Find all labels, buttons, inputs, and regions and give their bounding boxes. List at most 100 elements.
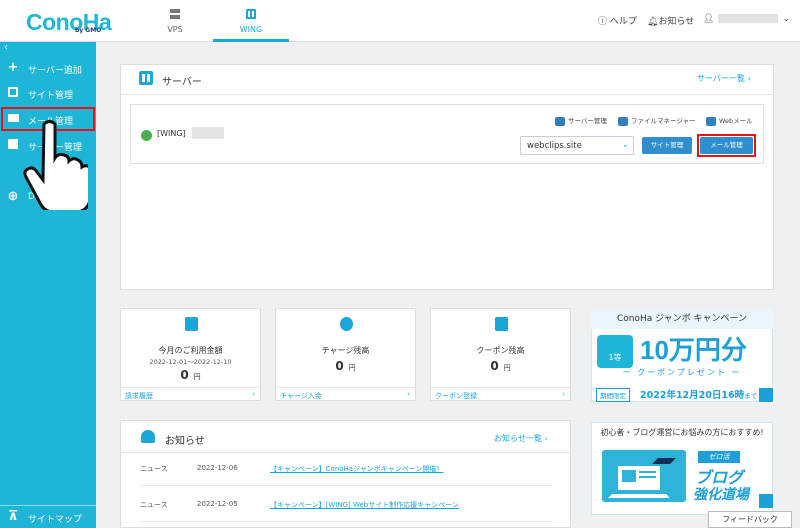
user-menu[interactable]: 👤︎ ⌄ xyxy=(703,14,790,24)
server-panel xyxy=(120,64,774,290)
banner-main-text: 10万円分 xyxy=(640,335,747,365)
server-name-masked xyxy=(192,127,224,139)
value-number: 0 xyxy=(490,359,499,373)
server-manage-tool[interactable]: サーバー管理 xyxy=(555,115,607,126)
tab-vps[interactable]: VPS xyxy=(137,0,213,42)
username-masked xyxy=(718,14,779,23)
charge-card: チャージ残高 0円 チャージ入金 › xyxy=(275,308,416,401)
laptop-illustration-icon xyxy=(602,450,686,502)
help-link[interactable]: ⓘ ヘルプ xyxy=(598,14,637,27)
tool-label: サーバー管理 xyxy=(568,117,607,125)
chevron-down-icon: ⌄ xyxy=(782,14,790,24)
news-list-label: お知らせ一覧 xyxy=(494,434,542,443)
help-label: ヘルプ xyxy=(609,17,637,27)
collapse-sidebar-button[interactable]: ‹ xyxy=(4,42,8,53)
server-row xyxy=(130,104,764,164)
sidebar-item-add-server[interactable]: + サーバー追加 xyxy=(0,57,96,79)
banner-title: ConoHa ジャンボ キャンペーン xyxy=(591,309,773,329)
value-number: 0 xyxy=(180,368,189,382)
date-value: 2022年12月20日16時 xyxy=(640,390,745,401)
window-icon xyxy=(7,87,19,99)
tool-label: ファイルマネージャー xyxy=(631,117,696,125)
card-value: 0円 xyxy=(276,359,415,373)
server-name: [WING] xyxy=(157,129,186,138)
site-manage-button[interactable]: サイト管理 xyxy=(642,137,692,154)
gift-icon xyxy=(495,317,508,331)
card-title: チャージ残高 xyxy=(321,346,370,355)
server-title: サーバー xyxy=(162,77,202,88)
coupon-card: クーポン残高 0円 クーポン登録 › xyxy=(430,308,571,401)
news-list-link[interactable]: お知らせ一覧 › xyxy=(494,433,548,444)
card-value: 0円 xyxy=(121,368,260,382)
server-list-link[interactable]: サーバー一覧 › xyxy=(697,73,751,84)
tab-wing[interactable]: WING xyxy=(213,0,289,42)
folder-icon xyxy=(618,116,628,126)
crown-icon: 1等 xyxy=(597,335,633,368)
date-suffix: まで xyxy=(744,392,758,400)
wing-icon xyxy=(246,9,256,19)
card-footer-label: 請求履歴 xyxy=(125,392,153,400)
card-footer-label: チャージ入金 xyxy=(280,392,322,400)
news-link[interactable]: 【キャンペーン】ConoHaジャンボキャンペーン開催！ xyxy=(270,464,443,474)
banner-corner-arrow xyxy=(759,494,773,508)
tab-vps-label: VPS xyxy=(167,25,183,34)
limited-badge: 期間限定 xyxy=(596,388,630,402)
invoice-icon xyxy=(185,317,198,331)
chevron-right-icon: › xyxy=(544,434,548,443)
sidebar-item-label: サイトマップ xyxy=(28,515,83,525)
webmail-icon xyxy=(706,116,716,126)
tool-label: Webメール xyxy=(719,117,753,125)
banner-line2: 強化道場 xyxy=(693,487,749,503)
value-unit: 円 xyxy=(193,373,201,381)
banner-heading: 初心者・ブログ運営にお悩みの方におすすめ! xyxy=(600,428,764,437)
chevron-down-icon: ⌄ xyxy=(622,140,629,149)
card-title: 今月のご利用金額 xyxy=(158,346,223,355)
server-icon xyxy=(170,9,180,19)
card-value: 0円 xyxy=(431,359,570,373)
domain-select[interactable]: webclips.site xyxy=(520,136,634,155)
feedback-button[interactable]: フィードバック xyxy=(708,511,792,528)
webmail-tool[interactable]: Webメール xyxy=(706,115,753,126)
news-date: 2022-12-05 xyxy=(197,500,238,508)
divider xyxy=(120,94,774,95)
file-manager-tool[interactable]: ファイルマネージャー xyxy=(618,115,696,126)
server-icon xyxy=(139,71,153,85)
sidebar-sitemap[interactable]: ⊼ サイトマップ xyxy=(0,505,96,528)
charge-deposit-link[interactable]: チャージ入金 › xyxy=(276,387,415,402)
logo-sub: by GMO xyxy=(75,27,102,34)
banner-coupon-text: ー クーポンプレゼント ー xyxy=(622,368,742,377)
sidebar-item-label: サイト管理 xyxy=(28,91,74,101)
card-footer-label: クーポン登録 xyxy=(435,392,477,400)
news-category: ニュース xyxy=(140,465,168,473)
server-list-label: サーバー一覧 xyxy=(697,74,745,83)
value-number: 0 xyxy=(335,359,344,373)
gear-icon xyxy=(555,116,565,126)
power-icon xyxy=(141,130,152,141)
chevron-right-icon: › xyxy=(562,390,565,398)
chevron-right-icon: › xyxy=(252,390,255,398)
news-link[interactable]: 【キャンペーン】[WING] Webサイト制作応援キャンペーン xyxy=(270,500,459,510)
banner-corner-arrow xyxy=(759,388,773,402)
help-icon: ⓘ xyxy=(598,17,608,27)
chevron-right-icon: › xyxy=(747,74,751,83)
news-row: ニュース 2022-12-05 【キャンペーン】[WING] Webサイト制作応… xyxy=(140,500,552,522)
sidebar-item-label: サーバー追加 xyxy=(28,66,82,76)
value-unit: 円 xyxy=(503,364,511,372)
divider xyxy=(120,452,571,453)
usage-card: 今月のご利用金額 2022-12-01〜2022-12-10 0円 請求履歴 › xyxy=(120,308,261,401)
chevron-right-icon: › xyxy=(407,390,410,398)
card-subtitle: 2022-12-01〜2022-12-10 xyxy=(149,358,232,366)
sitemap-icon: ⊼ xyxy=(7,509,19,524)
news-title: お知らせ xyxy=(165,436,205,447)
yen-icon xyxy=(340,317,353,331)
news-category: ニュース xyxy=(140,501,168,509)
bell-icon xyxy=(141,430,155,443)
billing-history-link[interactable]: 請求履歴 › xyxy=(121,387,260,402)
notices-label: お知らせ xyxy=(658,17,695,27)
plus-icon: + xyxy=(7,60,19,75)
notices-link[interactable]: 🔔︎お知らせ xyxy=(647,14,694,27)
coupon-register-link[interactable]: クーポン登録 › xyxy=(431,387,570,402)
value-unit: 円 xyxy=(348,364,356,372)
banner-date: 2022年12月20日16時まで xyxy=(640,387,757,401)
sidebar-item-site[interactable]: サイト管理 xyxy=(0,82,96,104)
